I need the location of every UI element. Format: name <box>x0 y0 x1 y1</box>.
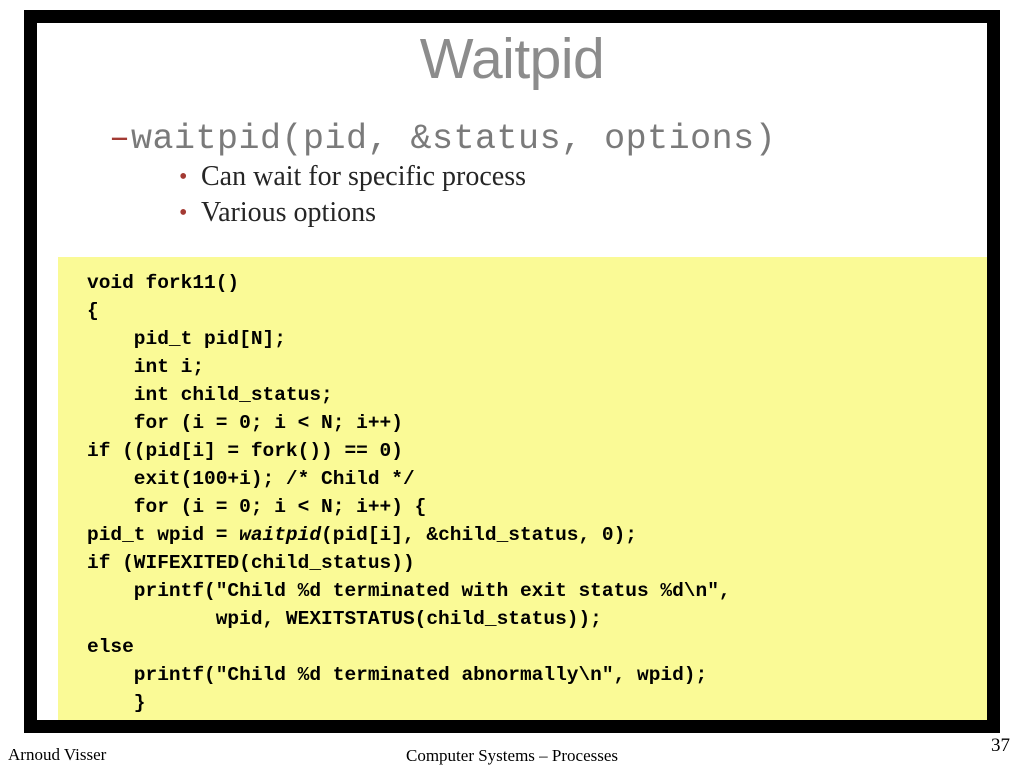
code-token: int child_status; <box>87 384 333 406</box>
code-token: for (i = 0; i < N; i++) { <box>87 496 427 518</box>
slide-frame: Waitpid – waitpid(pid, &status, options) … <box>24 10 1000 733</box>
bullet-list: – waitpid(pid, &status, options) • Can wai… <box>37 119 987 231</box>
code-line: int child_status; <box>87 381 987 409</box>
code-line: if ((pid[i] = fork()) == 0) <box>87 437 987 465</box>
code-line: printf("Child %d terminated with exit st… <box>87 577 987 605</box>
list-item-label: Can wait for specific process <box>201 161 526 192</box>
list-item-label: Various options <box>201 197 376 228</box>
footer-page-number: 37 <box>991 735 1010 756</box>
slide-body: Waitpid – waitpid(pid, &status, options) … <box>37 23 987 720</box>
code-token: pid_t pid[N]; <box>87 328 286 350</box>
code-token: (pid[i], &child_status, 0); <box>321 524 637 546</box>
code-line: else <box>87 633 987 661</box>
code-token-emphasis: waitpid <box>239 524 322 546</box>
list-item: • Various options <box>37 195 987 231</box>
code-token: int i; <box>87 356 205 378</box>
footer-course-title: Computer Systems – Processes <box>405 746 619 765</box>
list-item: • Can wait for specific process <box>37 159 987 195</box>
code-line: } <box>87 689 987 717</box>
code-line: printf("Child %d terminated abnormally\n… <box>87 661 987 689</box>
list-item: – waitpid(pid, &status, options) <box>37 119 987 159</box>
list-item-label: waitpid(pid, &status, options) <box>131 119 777 159</box>
code-token: printf("Child %d terminated abnormally\n… <box>87 664 708 686</box>
code-line: if (WIFEXITED(child_status)) <box>87 549 987 577</box>
code-token: else <box>87 636 134 658</box>
code-token: for (i = 0; i < N; i++) <box>87 412 403 434</box>
code-line: exit(100+i); /* Child */ <box>87 465 987 493</box>
code-token: void fork11() <box>87 272 240 294</box>
code-line: } <box>87 717 987 733</box>
slide-footer: Arnoud Visser Computer Systems – Process… <box>0 733 1024 768</box>
code-token: if (WIFEXITED(child_status)) <box>87 552 415 574</box>
code-line: pid_t pid[N]; <box>87 325 987 353</box>
code-line: for (i = 0; i < N; i++) <box>87 409 987 437</box>
code-token: { <box>87 300 99 322</box>
code-line: int i; <box>87 353 987 381</box>
dash-marker-icon: – <box>109 119 131 159</box>
code-token: printf("Child %d terminated with exit st… <box>87 580 731 602</box>
code-line: for (i = 0; i < N; i++) { <box>87 493 987 521</box>
bullet-dot-icon: • <box>179 164 188 190</box>
code-block: void fork11() { pid_t pid[N]; int i; int … <box>58 257 987 733</box>
code-token: exit(100+i); /* Child */ <box>87 468 415 490</box>
code-line: pid_t wpid = waitpid(pid[i], &child_stat… <box>87 521 987 549</box>
code-token: if ((pid[i] = fork()) == 0) <box>87 440 403 462</box>
code-line: { <box>87 297 987 325</box>
code-token: } <box>87 692 146 714</box>
code-line: void fork11() <box>87 269 987 297</box>
code-token: } <box>87 720 99 733</box>
code-line: wpid, WEXITSTATUS(child_status)); <box>87 605 987 633</box>
code-listing: void fork11() { pid_t pid[N]; int i; int … <box>87 269 987 733</box>
page-title: Waitpid <box>419 27 605 91</box>
code-token: pid_t wpid = <box>87 524 240 546</box>
bullet-dot-icon: • <box>179 200 188 226</box>
code-token: wpid, WEXITSTATUS(child_status)); <box>87 608 602 630</box>
